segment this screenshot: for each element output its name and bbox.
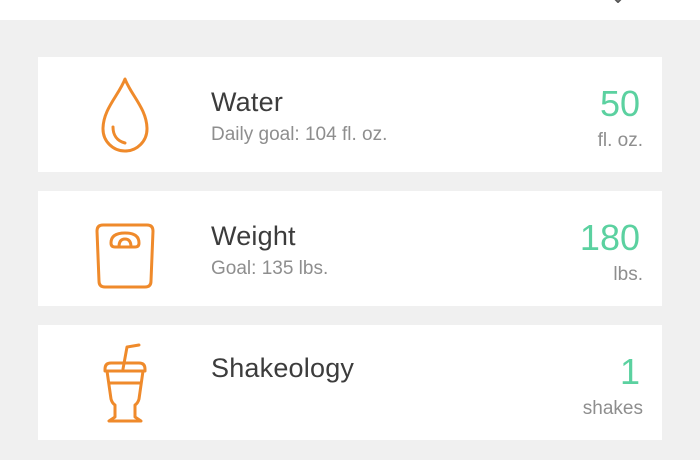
tracker-card-shakeology[interactable]: Shakeology 1 shakes [38,325,662,440]
tracker-goal: Goal: 135 lbs. [211,258,329,279]
tracker-title: Shakeology [211,353,355,383]
tracker-value: 50 [599,83,640,124]
shake-glass-icon [93,339,157,427]
tracker-value: 180 [579,217,640,258]
scale-icon [93,205,157,293]
tracker-unit: lbs. [613,264,643,285]
tracker-card-weight[interactable]: Weight Goal: 135 lbs. 180 lbs. [38,191,662,306]
top-bar [0,0,700,20]
chevron-down-icon[interactable] [608,0,628,6]
tracker-goal: Daily goal: 104 fl. oz. [211,124,388,145]
tracker-unit: shakes [582,398,643,419]
tracker-title: Weight [211,221,296,251]
tracker-title: Water [211,87,284,117]
tracker-card-water[interactable]: Water Daily goal: 104 fl. oz. 50 fl. oz. [38,57,662,172]
water-drop-icon [93,71,157,159]
tracker-unit: fl. oz. [597,130,643,151]
tracker-value: 1 [619,351,640,392]
